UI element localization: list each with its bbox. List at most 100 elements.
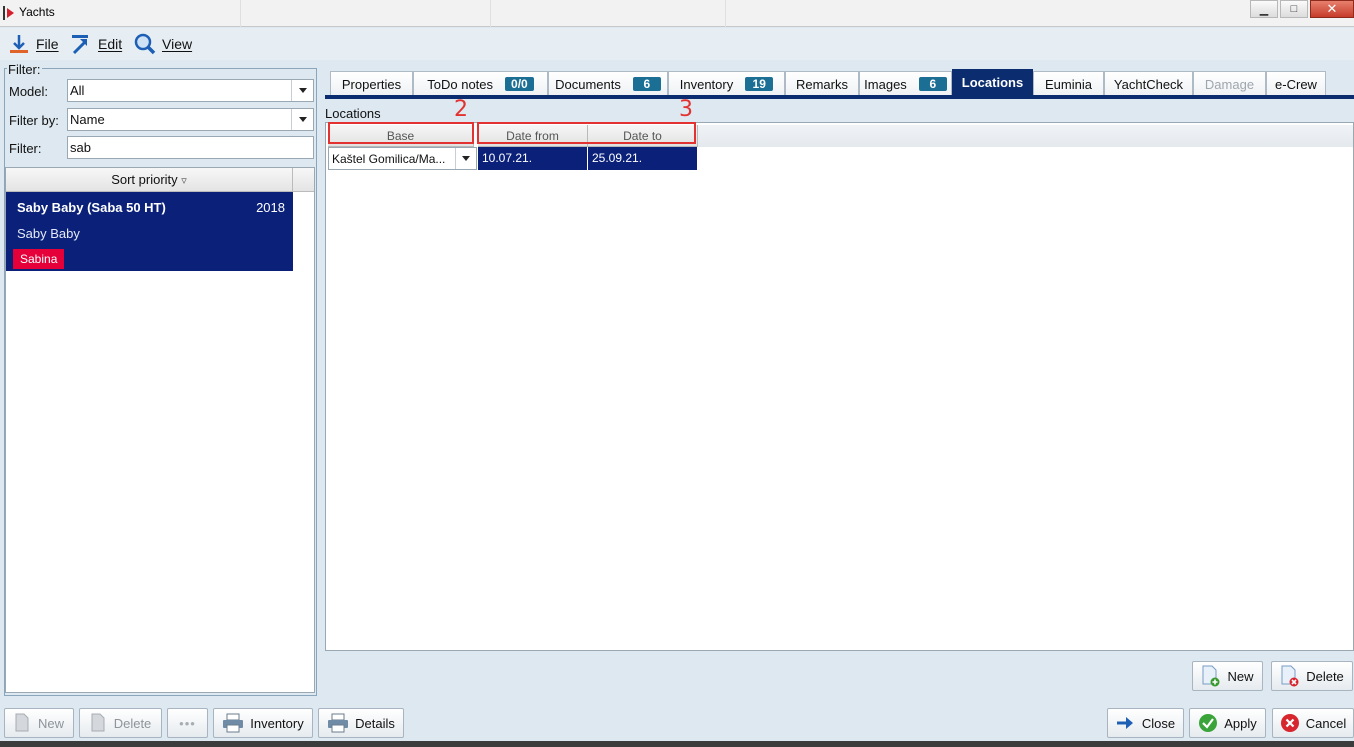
tab-label: e-Crew: [1275, 76, 1317, 92]
base-cell-value: Kaštel Gomilica/Ma...: [332, 152, 446, 166]
tab-e-crew[interactable]: e-Crew: [1266, 71, 1326, 96]
cancel-button[interactable]: Cancel: [1272, 708, 1354, 738]
tab-damage: Damage: [1193, 71, 1266, 96]
annotation-box-dates: [477, 122, 696, 144]
maximize-button[interactable]: □: [1280, 0, 1308, 18]
sort-down-icon: ▿: [181, 175, 187, 187]
file-icon: [10, 35, 28, 53]
date-from-cell[interactable]: 10.07.21.: [478, 147, 588, 170]
background-tab-divider: [490, 0, 491, 27]
menu-file[interactable]: File: [8, 32, 59, 56]
maximize-icon: □: [1290, 3, 1298, 15]
background-tab-divider: [725, 0, 726, 27]
background-tab-divider: [240, 0, 241, 27]
tab-label: Damage: [1204, 76, 1255, 92]
edit-icon: [72, 35, 88, 55]
apply-button[interactable]: Apply: [1189, 708, 1266, 738]
tab-label: Inventory: [679, 76, 734, 92]
delete-document-icon: [1281, 665, 1299, 687]
location-new-button[interactable]: New: [1192, 661, 1263, 691]
tab-label: Properties: [341, 76, 402, 92]
new-yacht-button: New: [4, 708, 74, 738]
tab-label: YachtCheck: [1113, 76, 1184, 92]
close-button[interactable]: Close: [1107, 708, 1184, 738]
chevron-down-icon[interactable]: [455, 148, 476, 169]
yacht-name: Saby Baby (Saba 50 HT): [17, 200, 166, 215]
view-icon: [134, 33, 156, 55]
tab-properties[interactable]: Properties: [330, 71, 413, 96]
tab-locations[interactable]: Locations: [952, 69, 1033, 95]
header-filler: [698, 125, 1353, 147]
date-to-cell[interactable]: 25.09.21.: [588, 147, 698, 170]
model-select[interactable]: All: [67, 79, 314, 102]
tab-yachtcheck[interactable]: YachtCheck: [1104, 71, 1193, 96]
taskbar-edge: [0, 741, 1354, 747]
menu-edit[interactable]: Edit: [70, 32, 122, 56]
more-button: •••: [167, 708, 208, 738]
location-delete-button[interactable]: Delete: [1271, 661, 1353, 691]
apply-label: Apply: [1224, 715, 1257, 731]
arrow-right-icon: [1116, 717, 1133, 729]
print-inventory-button[interactable]: Inventory: [213, 708, 313, 738]
tab-label: Documents: [555, 76, 621, 92]
print-details-label: Details: [355, 715, 395, 731]
list-item[interactable]: Saby Baby (Saba 50 HT) 2018 Saby Baby Sa…: [6, 192, 293, 271]
new-yacht-label: New: [37, 715, 64, 731]
yacht-list[interactable]: Sort priority ▿ Saby Baby (Saba 50 HT) 2…: [5, 167, 315, 693]
print-inventory-label: Inventory: [250, 715, 304, 731]
tab-inventory[interactable]: Inventory 19: [668, 71, 785, 96]
chevron-down-icon[interactable]: [291, 109, 313, 130]
annotation-box-base: [328, 122, 474, 144]
filter-by-select-value: Name: [70, 112, 105, 127]
tab-images[interactable]: Images 6: [859, 71, 952, 96]
printer-icon: [328, 713, 349, 733]
filter-by-select[interactable]: Name: [67, 108, 314, 131]
printer-icon: [223, 713, 244, 733]
annotation-number: 2: [454, 97, 468, 122]
tab-documents[interactable]: Documents 6: [548, 71, 668, 96]
tab-remarks[interactable]: Remarks: [785, 71, 859, 96]
yacht-year: 2018: [256, 200, 285, 215]
filter-text-input[interactable]: sab: [67, 136, 314, 159]
model-label: Model:: [9, 83, 49, 99]
menu-view[interactable]: View: [134, 32, 192, 56]
base-cell-select[interactable]: Kaštel Gomilica/Ma...: [328, 147, 477, 170]
more-dots-icon: •••: [179, 715, 196, 731]
todo-count-badge: 0/0: [505, 77, 534, 91]
cancel-icon: [1280, 714, 1299, 732]
sort-priority-label: Sort priority: [111, 172, 178, 187]
sort-priority-header[interactable]: Sort priority ▿: [6, 168, 293, 192]
title-bar: Yachts ▁ □ ✕: [0, 0, 1354, 27]
tab-euminia[interactable]: Euminia: [1033, 71, 1104, 96]
locations-section-label: Locations: [325, 106, 381, 121]
tab-label: ToDo notes: [427, 76, 494, 92]
app-icon: [3, 6, 14, 20]
delete-document-icon: [91, 713, 105, 732]
print-details-button[interactable]: Details: [318, 708, 404, 738]
tab-label: Locations: [961, 75, 1024, 90]
window-title: Yachts: [19, 5, 55, 19]
documents-count-badge: 6: [632, 77, 661, 91]
tab-label: Remarks: [795, 76, 848, 92]
cancel-label: Cancel: [1305, 715, 1347, 731]
yacht-subtitle: Saby Baby: [17, 226, 80, 241]
delete-yacht-label: Delete: [113, 715, 152, 731]
close-window-button[interactable]: ✕: [1310, 0, 1354, 18]
minimize-button[interactable]: ▁: [1250, 0, 1278, 18]
new-document-icon: [1202, 665, 1220, 687]
menu-view-label: View: [162, 36, 193, 52]
inventory-count-badge: 19: [745, 77, 774, 91]
filter-group-title: Filter:: [7, 62, 42, 77]
location-new-label: New: [1227, 668, 1254, 684]
menu-edit-label: Edit: [98, 36, 123, 52]
menu-bar: File Edit View: [0, 28, 1354, 60]
menu-file-label: File: [36, 36, 59, 52]
chevron-down-icon[interactable]: [291, 80, 313, 101]
new-document-icon: [15, 713, 29, 732]
images-count-badge: 6: [918, 77, 947, 91]
tab-label: Euminia: [1045, 76, 1092, 92]
tab-todo-notes[interactable]: ToDo notes 0/0: [413, 71, 548, 96]
filter-by-label: Filter by:: [9, 112, 59, 128]
tab-underline: [325, 95, 1354, 99]
minimize-icon: ▁: [1259, 3, 1269, 16]
